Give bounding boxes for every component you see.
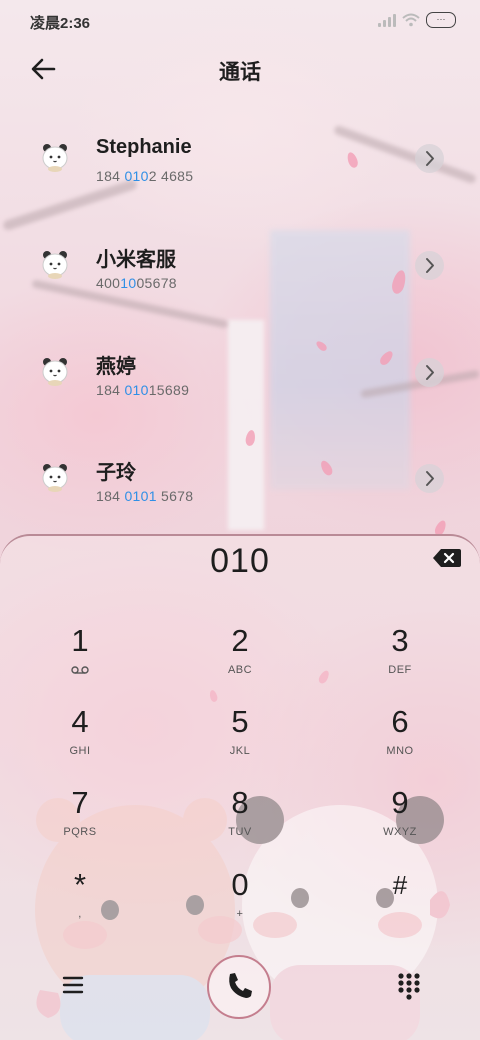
key-digit: 6 [391,704,409,739]
keypad-toggle-button[interactable] [394,970,424,1000]
keypad-icon [398,973,420,1000]
contact-name: 小米客服 [96,249,176,271]
key-star[interactable]: * , [25,868,135,940]
contact-phone: 4001005678 [96,275,177,291]
chevron-right-icon [426,471,434,486]
panda-avatar [40,462,70,492]
phone-segment: 15689 [148,382,190,398]
contact-row[interactable]: 小米客服 4001005678 [0,231,480,311]
contact-detail-button[interactable] [415,464,444,493]
key-digit: 9 [391,785,409,820]
phone-segment: 2 4685 [148,168,194,184]
phone-segment: 184 [96,382,125,398]
key-8[interactable]: 8 TUV [185,786,295,858]
contact-phone: 184 0102 4685 [96,168,193,184]
phone-segment: 184 [96,168,125,184]
key-letters: , [78,908,82,920]
status-icons: ··· [378,12,456,28]
key-digit: 8 [231,785,249,820]
status-time: 凌晨2:36 [30,15,91,32]
call-button[interactable] [207,955,271,1019]
phone-match-segment: 10 [120,275,137,291]
chevron-right-icon [426,365,434,380]
page-title: 通话 [219,61,261,84]
signal-icon [378,13,396,27]
key-letters: DEF [388,664,412,676]
key-9[interactable]: 9 WXYZ [345,786,455,858]
status-bar: 凌晨2:36 ··· [0,0,480,44]
panda-avatar [40,142,70,172]
key-digit: 1 [71,623,89,658]
key-letters: WXYZ [383,826,417,838]
contact-name: 子玲 [96,462,136,484]
contact-row[interactable]: 子玲 184 0101 5678 [0,444,480,524]
header: 通话 [0,44,480,96]
key-letters [345,908,455,920]
phone-match-segment: 010 [124,382,149,398]
phone-segment: 400 [96,275,121,291]
chevron-right-icon [426,151,434,166]
key-4[interactable]: 4 GHI [25,705,135,777]
key-letters: PQRS [63,826,97,838]
key-6[interactable]: 6 MNO [345,705,455,777]
contact-row[interactable]: Stephanie 184 0102 4685 [0,124,480,204]
key-digit: 3 [391,623,409,658]
key-5[interactable]: 5 JKL [185,705,295,777]
phone-match-segment: 010 [124,168,149,184]
phone-icon [229,973,252,998]
key-letters: ABC [227,664,253,676]
key-7[interactable]: 7 PQRS [25,786,135,858]
contact-phone: 184 01015689 [96,382,189,398]
contact-name: Stephanie [96,136,192,158]
key-3[interactable]: 3 DEF [345,624,455,696]
menu-icon [62,976,84,994]
key-letters: JKL [229,745,251,757]
phone-segment: 5678 [156,488,194,504]
contact-name: 燕婷 [96,356,136,378]
key-digit: 4 [71,704,89,739]
key-digit: 5 [231,704,249,739]
menu-button[interactable] [58,972,88,998]
contact-detail-button[interactable] [415,251,444,280]
backspace-button[interactable] [432,548,462,568]
key-digit: # [392,870,408,900]
key-2[interactable]: 2 ABC [185,624,295,696]
key-digit: * [73,867,87,902]
key-letters: GHI [69,745,91,757]
contact-row[interactable]: 燕婷 184 01015689 [0,338,480,418]
key-letters: MNO [386,745,414,757]
panda-avatar [40,356,70,386]
key-0[interactable]: 0 + [185,868,295,940]
key-digit: 2 [231,623,249,658]
contact-detail-button[interactable] [415,358,444,387]
wifi-icon [402,13,420,27]
key-hash[interactable]: # [345,868,455,940]
backspace-icon [433,549,461,567]
phone-segment: 05678 [136,275,177,291]
dialed-number[interactable]: 010 [0,542,480,581]
key-letters: TUV [228,826,252,838]
contact-phone: 184 0101 5678 [96,488,193,504]
key-1[interactable]: 1 [25,624,135,696]
key-digit: 7 [71,785,89,820]
key-letters: + [236,908,244,920]
panda-avatar [40,249,70,279]
battery-icon: ··· [426,12,456,28]
phone-segment: 184 [96,488,125,504]
voicemail-icon [71,666,89,674]
contact-detail-button[interactable] [415,144,444,173]
key-digit: 0 [231,867,249,902]
phone-match-segment: 0101 [124,488,157,504]
chevron-right-icon [426,258,434,273]
